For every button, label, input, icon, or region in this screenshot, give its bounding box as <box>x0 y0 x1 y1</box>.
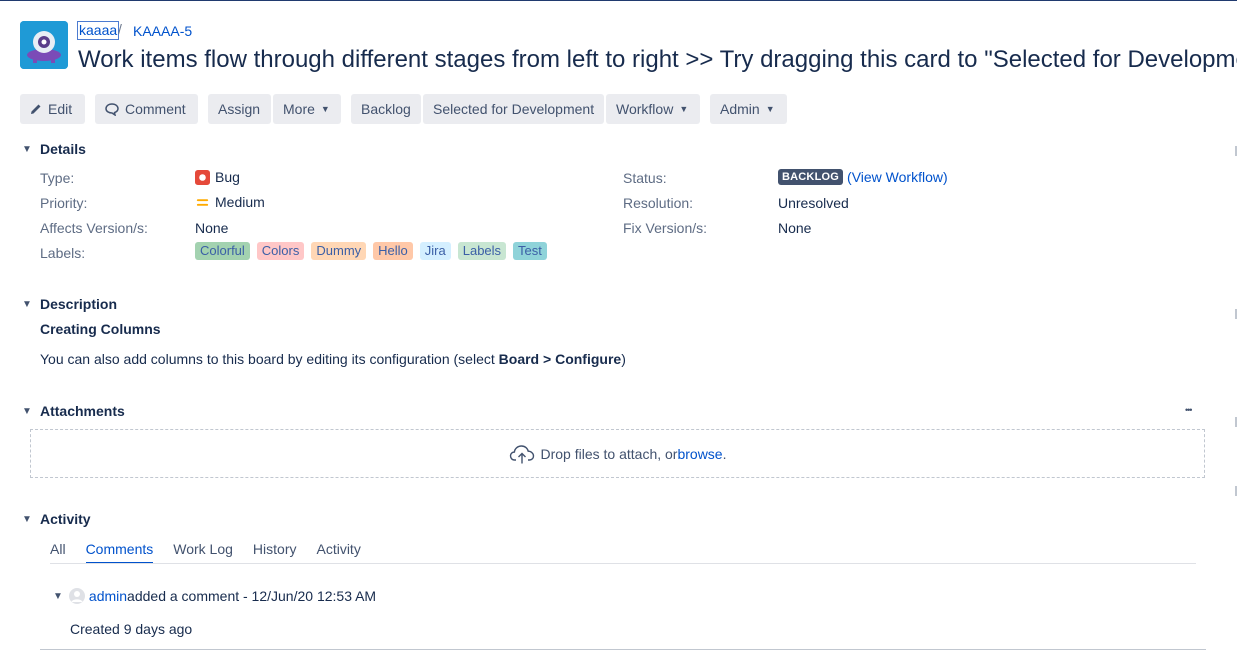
chevron-down-icon[interactable]: ▼ <box>53 591 63 602</box>
resolution-value: Unresolved <box>778 195 849 211</box>
status-badge: BACKLOG <box>778 169 844 185</box>
backlog-label: Backlog <box>361 101 411 117</box>
chevron-down-icon: ▼ <box>22 298 32 310</box>
chevron-down-icon: ▼ <box>22 405 32 417</box>
top-border <box>0 0 1237 1</box>
more-button[interactable]: More ▼ <box>273 94 341 124</box>
assign-button[interactable]: Assign <box>208 94 271 124</box>
description-bold-configure: Configure <box>555 351 622 367</box>
assign-label: Assign <box>218 101 261 117</box>
affects-versions-label: Affects Version/s: <box>40 220 148 236</box>
label-tag[interactable]: Test <box>513 242 547 260</box>
description-text-end: ) <box>621 351 626 367</box>
priority-label: Priority: <box>40 195 88 211</box>
priority-value[interactable]: Medium <box>195 194 265 210</box>
attachment-dropzone[interactable]: Drop files to attach, or browse. <box>30 429 1205 478</box>
resolution-label: Resolution: <box>623 195 694 211</box>
tab-work-log[interactable]: Work Log <box>173 541 233 564</box>
backlog-button[interactable]: Backlog <box>351 94 421 124</box>
label-tag[interactable]: Colors <box>256 242 305 260</box>
breadcrumb-issue-key[interactable]: KAAAA-5 <box>133 23 192 39</box>
details-toggle[interactable]: ▼ Details <box>20 141 86 157</box>
activity-toggle[interactable]: ▼ Activity <box>20 511 91 527</box>
status-value: BACKLOG (View Workflow) <box>778 169 948 185</box>
tab-comments[interactable]: Comments <box>85 541 154 564</box>
activity-title: Activity <box>40 511 91 527</box>
dropzone-period: . <box>722 445 727 462</box>
description-toggle[interactable]: ▼ Description <box>20 296 117 312</box>
workflow-button[interactable]: Workflow ▼ <box>606 94 700 124</box>
chevron-down-icon: ▼ <box>320 104 330 114</box>
activity-tabs: All Comments Work Log History Activity <box>50 541 381 564</box>
affects-versions-value[interactable]: None <box>195 220 228 236</box>
avatar <box>68 588 85 604</box>
label-tag[interactable]: Labels <box>457 242 507 260</box>
selected-for-development-label: Selected for Development <box>433 101 595 117</box>
chevron-down-icon: ▼ <box>22 143 32 155</box>
labels-list: Colorful Colors Dummy Hello Jira Labels Test <box>195 242 554 260</box>
dropzone-text: Drop files to attach, or <box>540 445 678 462</box>
edit-button[interactable]: Edit <box>20 94 85 124</box>
more-options-icon[interactable]: ••• <box>1185 405 1193 415</box>
selected-for-development-button[interactable]: Selected for Development <box>423 94 604 124</box>
label-tag[interactable]: Jira <box>419 242 451 260</box>
fix-versions-label: Fix Version/s: <box>623 220 708 236</box>
more-label: More <box>283 101 315 117</box>
attachments-title: Attachments <box>40 403 125 419</box>
comment-button[interactable]: Comment <box>95 94 198 124</box>
tabs-divider <box>50 563 1196 564</box>
alien-icon <box>20 21 68 69</box>
comment-label: Comment <box>125 101 186 117</box>
chevron-down-icon: ▼ <box>22 513 32 525</box>
breadcrumb-project[interactable]: kaaaa <box>77 21 120 40</box>
workflow-label: Workflow <box>616 101 674 117</box>
label-tag[interactable]: Colorful <box>195 242 250 260</box>
description-bold-board: Board <box>498 351 540 367</box>
description-arrow: > <box>539 351 556 367</box>
labels-label: Labels: <box>40 245 86 261</box>
type-value[interactable]: Bug <box>195 169 240 185</box>
speech-bubble-icon <box>105 102 119 116</box>
details-title: Details <box>40 141 86 157</box>
admin-button[interactable]: Admin ▼ <box>710 94 787 124</box>
comment-divider <box>40 649 1206 650</box>
pencil-icon <box>31 104 41 114</box>
view-workflow-link[interactable]: View Workflow <box>852 169 943 185</box>
cloud-upload-icon <box>509 444 534 463</box>
type-label: Type: <box>40 170 75 186</box>
description-text: You can also add columns to this board b… <box>40 351 499 367</box>
description-heading: Creating Columns <box>40 321 161 337</box>
type-text: Bug <box>215 169 240 185</box>
attachments-toggle[interactable]: ▼ Attachments <box>20 403 125 419</box>
comment-body: Created 9 days ago <box>70 621 193 637</box>
tab-history[interactable]: History <box>253 541 297 564</box>
description-title: Description <box>40 296 118 312</box>
breadcrumb-separator: / <box>118 21 122 37</box>
comment-action-text: added a comment - 12/Jun/20 12:53 AM <box>127 588 377 604</box>
tab-activity[interactable]: Activity <box>316 541 360 564</box>
chevron-down-icon: ▼ <box>765 104 775 114</box>
priority-text: Medium <box>215 194 265 210</box>
bug-icon <box>195 169 210 185</box>
admin-label: Admin <box>720 101 760 117</box>
description-body[interactable]: You can also add columns to this board b… <box>40 351 626 367</box>
edit-label: Edit <box>48 101 73 117</box>
browse-link[interactable]: browse <box>677 446 722 462</box>
issue-summary[interactable]: Work items flow through different stages… <box>78 44 1237 76</box>
project-avatar[interactable] <box>20 21 68 69</box>
status-label: Status: <box>623 170 667 186</box>
tab-all[interactable]: All <box>50 541 66 564</box>
comment-author-link[interactable]: admin <box>89 588 127 604</box>
fix-versions-value[interactable]: None <box>778 220 811 236</box>
comment-header: ▼ admin added a comment - 12/Jun/20 12:5… <box>53 588 376 604</box>
label-tag[interactable]: Dummy <box>311 242 367 260</box>
priority-medium-icon <box>196 198 209 206</box>
label-tag[interactable]: Hello <box>373 242 413 260</box>
chevron-down-icon: ▼ <box>679 104 689 114</box>
